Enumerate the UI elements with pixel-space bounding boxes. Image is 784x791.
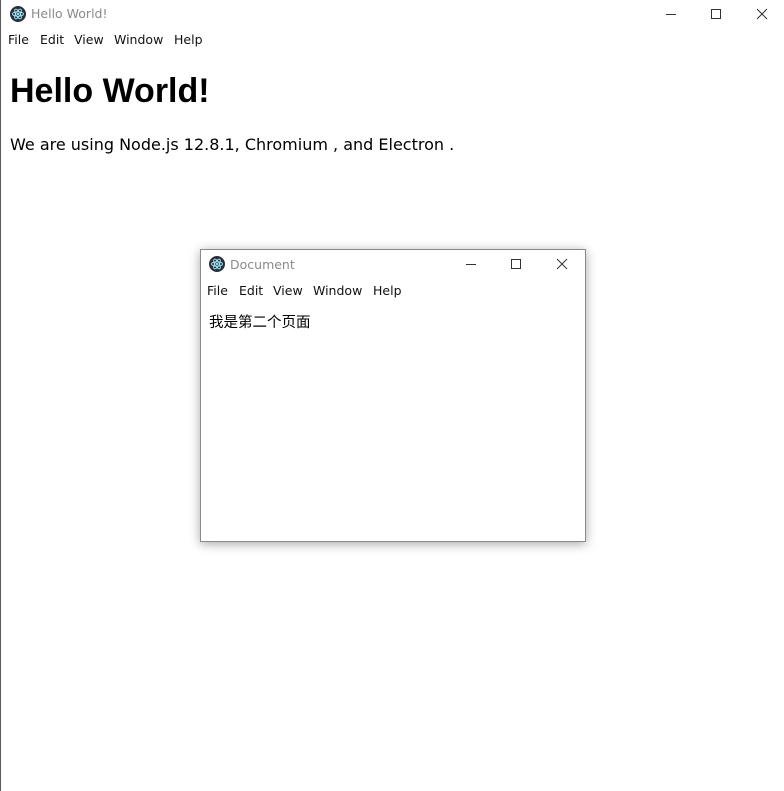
minimize-icon: [466, 264, 476, 265]
minimize-button[interactable]: [657, 0, 685, 28]
menu-window[interactable]: Window: [313, 283, 362, 298]
menu-help[interactable]: Help: [174, 32, 203, 47]
main-window-title: Hello World!: [31, 6, 108, 21]
menu-file[interactable]: File: [207, 283, 228, 298]
menu-file[interactable]: File: [8, 32, 29, 47]
minimize-icon: [666, 14, 676, 15]
document-minimize-button[interactable]: [457, 250, 485, 278]
menu-view[interactable]: View: [74, 32, 104, 47]
document-titlebar[interactable]: Document: [201, 250, 585, 279]
page-heading: Hello World!: [10, 72, 210, 110]
main-titlebar[interactable]: Hello World!: [1, 0, 784, 29]
electron-app-icon: [10, 6, 26, 22]
menu-edit[interactable]: Edit: [239, 283, 263, 298]
maximize-icon: [511, 259, 521, 269]
menu-view[interactable]: View: [273, 283, 303, 298]
document-window: Document File Edit View Window Help 我是第二…: [200, 249, 586, 542]
document-content-text: 我是第二个页面: [209, 315, 311, 331]
electron-app-icon: [209, 256, 225, 272]
menu-window[interactable]: Window: [114, 32, 163, 47]
close-icon: [756, 8, 768, 20]
document-maximize-button[interactable]: [502, 250, 530, 278]
document-window-title: Document: [230, 257, 295, 272]
close-button[interactable]: [748, 0, 776, 28]
main-menubar: File Edit View Window Help: [1, 32, 784, 54]
maximize-button[interactable]: [702, 0, 730, 28]
document-close-button[interactable]: [548, 250, 576, 278]
close-icon: [556, 258, 568, 270]
versions-paragraph: We are using Node.js 12.8.1, Chromium , …: [10, 135, 455, 154]
menu-edit[interactable]: Edit: [40, 32, 64, 47]
document-menubar: File Edit View Window Help: [201, 283, 585, 305]
menu-help[interactable]: Help: [373, 283, 402, 298]
maximize-icon: [711, 9, 721, 19]
